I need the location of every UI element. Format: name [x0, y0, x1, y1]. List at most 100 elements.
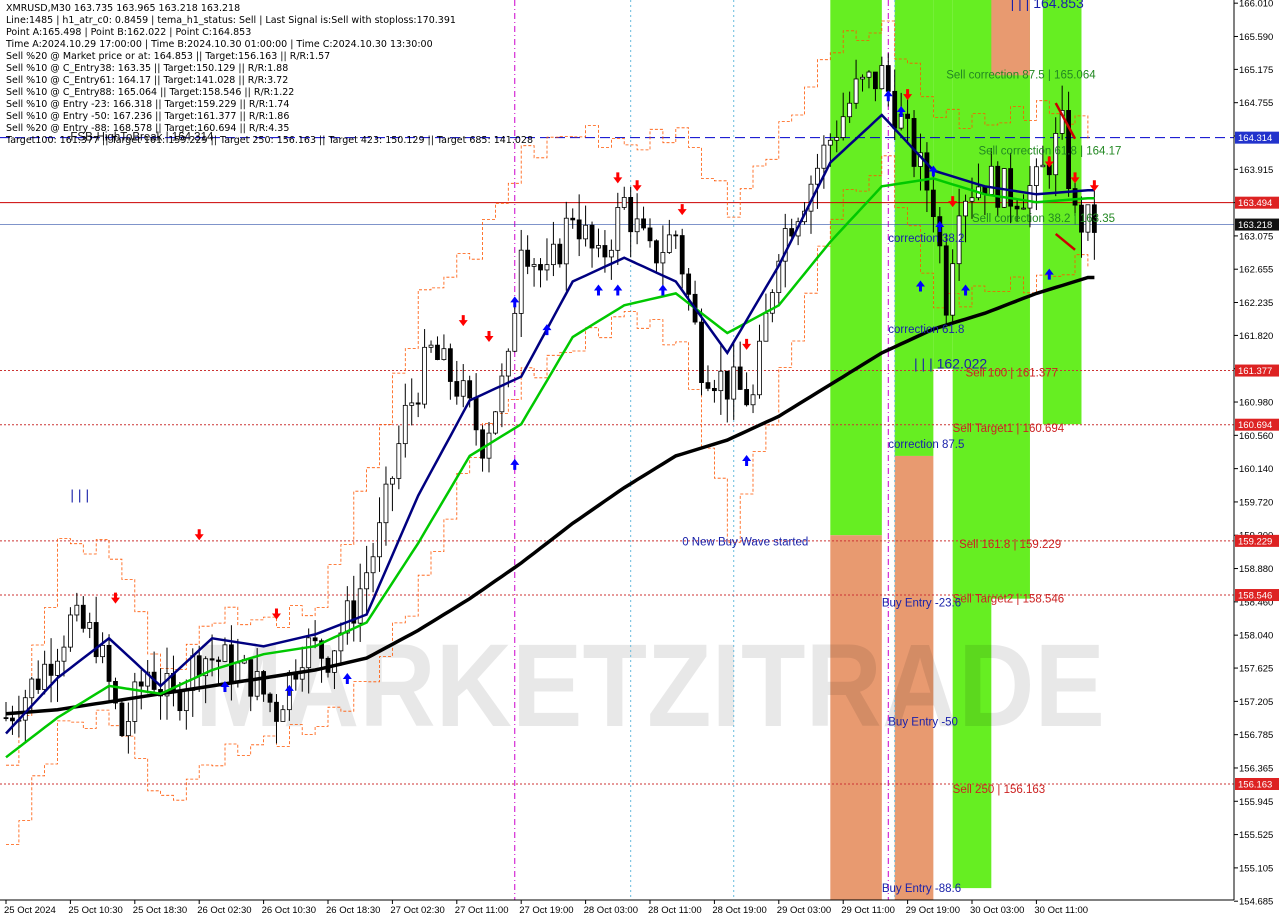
x-tick-label: 29 Oct 11:00: [841, 905, 895, 916]
candle-body: [531, 264, 537, 267]
y-tick-label: 158.880: [1239, 564, 1273, 575]
candle-body: [274, 701, 279, 722]
candle-body: [892, 90, 898, 129]
candle-body: [885, 65, 891, 92]
x-tick-label: 26 Oct 10:30: [262, 905, 316, 916]
chart-annotation: Sell 250 | 156.163: [953, 784, 1046, 796]
candle-body: [1008, 168, 1014, 207]
sell-arrow-icon: [677, 204, 687, 216]
candle-body: [505, 350, 511, 377]
y-tick-label: 154.685: [1239, 897, 1273, 908]
candle-body: [905, 113, 910, 119]
candle-body: [29, 678, 35, 699]
chart-annotation: Sell Target2 | 158.546: [953, 594, 1064, 606]
chart-annotation: | | |: [70, 487, 89, 503]
x-tick-label: 28 Oct 03:00: [584, 905, 638, 916]
candle-body: [660, 252, 666, 264]
candle-body: [879, 65, 885, 90]
candle-body: [473, 397, 479, 431]
x-tick-label: 26 Oct 18:30: [326, 905, 380, 916]
candle-body: [42, 663, 48, 690]
candle-body: [415, 402, 421, 405]
candle-body: [280, 709, 286, 722]
price-label-text: 161.377: [1238, 366, 1272, 377]
candle-body: [634, 218, 640, 233]
info-line: Sell %10 @ Entry -23: 166.318 || Target:…: [6, 99, 290, 110]
candle-body: [10, 717, 15, 722]
candle-body: [654, 240, 659, 264]
candle-body: [493, 411, 498, 434]
price-label-text: 159.229: [1238, 536, 1272, 547]
buy-arrow-icon: [593, 284, 603, 296]
candle-body: [757, 340, 762, 396]
candle-body: [48, 663, 54, 676]
candle-body: [332, 650, 337, 673]
candle-body: [731, 366, 737, 400]
info-line: XMRUSD,M30 163.735 163.965 163.218 163.2…: [6, 3, 241, 14]
candle-body: [183, 689, 189, 712]
buy-arrow-icon: [742, 454, 752, 466]
chart-annotation: Sell Target1 | 160.694: [953, 423, 1065, 435]
candle-body: [750, 394, 756, 406]
candle-body: [583, 224, 588, 240]
candle-body: [518, 249, 524, 314]
candle-body: [3, 717, 9, 720]
candle-body: [177, 690, 183, 712]
candle-body: [106, 644, 112, 682]
chart-annotation: correction 61.8: [888, 324, 964, 336]
sell-arrow-icon: [110, 592, 120, 604]
candle-body: [216, 659, 221, 662]
candle-body: [422, 346, 428, 405]
candle-body: [686, 273, 692, 295]
candle-body: [1040, 164, 1046, 168]
chart-annotation: Sell 161.8 | 159.229: [959, 539, 1061, 551]
chart-annotation: | | | 164.853: [1011, 0, 1084, 11]
candle-body: [853, 78, 859, 104]
y-tick-label: 166.010: [1239, 0, 1273, 10]
candle-body: [589, 224, 595, 249]
candle-body: [930, 189, 936, 217]
candle-body: [396, 443, 402, 479]
info-line: Time A:2024.10.29 17:00:00 | Time B:2024…: [6, 39, 433, 50]
candle-body: [666, 234, 672, 253]
candle-body: [312, 637, 318, 642]
info-line: Sell %20 @ Market price or at: 164.853 |…: [6, 51, 331, 62]
candle-body: [248, 659, 254, 697]
x-tick-label: 30 Oct 11:00: [1034, 905, 1088, 916]
candle-body: [435, 344, 440, 360]
candle-body: [383, 483, 389, 524]
price-label-text: 163.218: [1238, 220, 1272, 231]
candle-body: [467, 380, 473, 399]
info-line: Line:1485 | h1_atr_c0: 0.8459 | tema_h1_…: [6, 15, 456, 26]
chart-annotation: correction 87.5: [888, 439, 964, 451]
candle-body: [827, 139, 833, 146]
candle-body: [447, 348, 453, 382]
candle-body: [737, 366, 743, 390]
sell-arrow-icon: [458, 315, 468, 327]
x-tick-label: 27 Oct 02:30: [390, 905, 444, 916]
candle-body: [866, 71, 872, 78]
x-tick-label: 27 Oct 19:00: [519, 905, 573, 916]
candle-body: [364, 572, 370, 590]
candle-body: [525, 249, 531, 267]
chart-annotation: correction 38.2: [888, 233, 964, 245]
price-label-text: 160.694: [1238, 420, 1272, 431]
info-line: Point A:165.498 | Point B:162.022 | Poin…: [6, 27, 252, 38]
price-label-text: 163.494: [1238, 198, 1272, 209]
sell-arrow-icon: [742, 338, 752, 350]
candle-body: [254, 671, 260, 697]
candle-body: [119, 702, 125, 737]
candle-body: [402, 404, 408, 445]
x-tick-label: 25 Oct 10:30: [68, 905, 122, 916]
candle-body: [551, 243, 556, 266]
chart-annotation: 0 New Buy Wave started: [682, 537, 808, 549]
y-tick-label: 165.590: [1239, 32, 1273, 43]
candle-body: [924, 152, 930, 191]
candle-body: [873, 71, 878, 90]
candle-body: [596, 245, 601, 249]
candle-body: [718, 370, 724, 392]
candle-body: [621, 196, 627, 208]
candle-body: [209, 658, 215, 661]
chart-annotation: Buy Entry -23.6: [882, 598, 961, 610]
y-tick-label: 157.205: [1239, 697, 1273, 708]
